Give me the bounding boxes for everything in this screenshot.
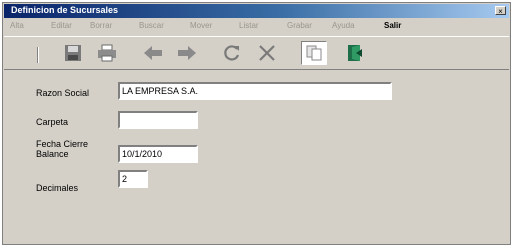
close-button[interactable]: × [495, 6, 506, 16]
menu-item-salir[interactable]: Salir [384, 21, 401, 30]
decimales-label: Decimales [36, 183, 79, 193]
forward-button[interactable] [174, 41, 200, 65]
menu-item-alta[interactable]: Alta [10, 21, 24, 30]
fecha-cierre-label: Fecha Cierre Balance [36, 139, 89, 159]
print-button[interactable] [94, 41, 120, 65]
toolbar [4, 36, 509, 70]
menu-bar: Alta Editar Borrar Buscar Mover Listar G… [4, 19, 509, 34]
print-icon [98, 44, 116, 62]
razon-social-field[interactable]: LA EMPRESA S.A. [118, 82, 392, 100]
forward-arrow-icon [178, 46, 196, 60]
back-button[interactable] [140, 41, 166, 65]
razon-social-label: Razon Social [36, 88, 90, 98]
carpeta-field[interactable] [118, 111, 198, 129]
delete-button[interactable] [254, 41, 280, 65]
copy-button[interactable] [301, 41, 327, 65]
menu-item-grabar[interactable]: Grabar [287, 21, 312, 30]
save-button[interactable] [60, 41, 86, 65]
copy-icon [306, 45, 322, 61]
exit-button[interactable] [342, 41, 368, 65]
save-icon [65, 45, 81, 61]
title-bar[interactable]: Definicion de Sucursales × [4, 4, 509, 18]
menu-item-mover[interactable]: Mover [190, 21, 212, 30]
menu-item-ayuda[interactable]: Ayuda [332, 21, 355, 30]
menu-item-buscar[interactable]: Buscar [139, 21, 164, 30]
carpeta-label: Carpeta [36, 117, 69, 127]
menu-item-borrar[interactable]: Borrar [90, 21, 112, 30]
decimales-field[interactable]: 2 [118, 170, 148, 188]
delete-icon [259, 45, 275, 61]
branch-definition-window: Definicion de Sucursales × Alta Editar B… [2, 2, 511, 245]
window-title: Definicion de Sucursales [11, 5, 119, 15]
refresh-button[interactable] [219, 41, 245, 65]
exit-icon [348, 45, 362, 61]
menu-item-listar[interactable]: Listar [239, 21, 259, 30]
refresh-icon [224, 45, 240, 61]
back-arrow-icon [144, 46, 162, 60]
menu-item-editar[interactable]: Editar [51, 21, 72, 30]
fecha-cierre-field[interactable]: 10/1/2010 [118, 145, 198, 163]
toolbar-separator [37, 47, 39, 63]
